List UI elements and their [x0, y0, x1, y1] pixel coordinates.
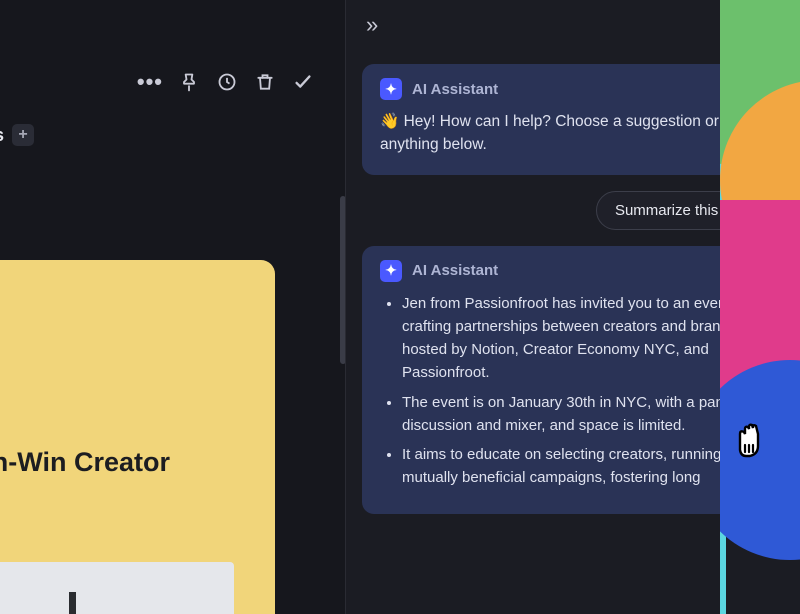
ai-greeting-text: 👋 Hey! How can I help? Choose a suggesti…: [380, 110, 766, 157]
ai-sparkle-icon: ✦: [380, 78, 402, 100]
summary-point: Jen from Passionfroot has invited you to…: [402, 292, 766, 385]
email-content-pane: ••• erships + NYC. ot Win-Win Creator: [0, 0, 345, 614]
ai-assistant-label: AI Assistant: [412, 81, 498, 98]
message-toolbar: •••: [137, 70, 315, 94]
clock-icon[interactable]: [215, 70, 239, 94]
pin-icon[interactable]: [177, 70, 201, 94]
summary-point: It aims to educate on selecting creators…: [402, 443, 766, 490]
summary-point: The event is on January 30th in NYC, wit…: [402, 391, 766, 438]
collapse-panel-icon[interactable]: »: [364, 12, 370, 38]
trash-icon[interactable]: [253, 70, 277, 94]
hero-image-placeholder: [0, 562, 234, 614]
check-icon[interactable]: [291, 70, 315, 94]
desktop-background-sliver: [720, 0, 800, 614]
hero-title-fragment-2: Win-Win Creator: [0, 446, 255, 478]
add-label-button[interactable]: +: [12, 124, 34, 146]
label-text: erships: [0, 125, 4, 146]
email-hero-card: ot Win-Win Creator: [0, 260, 275, 614]
hero-title-fragment-1: ot: [0, 300, 241, 333]
summary-list: Jen from Passionfroot has invited you to…: [380, 292, 766, 490]
ai-sparkle-icon: ✦: [380, 260, 402, 282]
label-row: erships +: [0, 124, 34, 146]
more-icon[interactable]: •••: [137, 79, 163, 85]
ai-assistant-label: AI Assistant: [412, 262, 498, 279]
